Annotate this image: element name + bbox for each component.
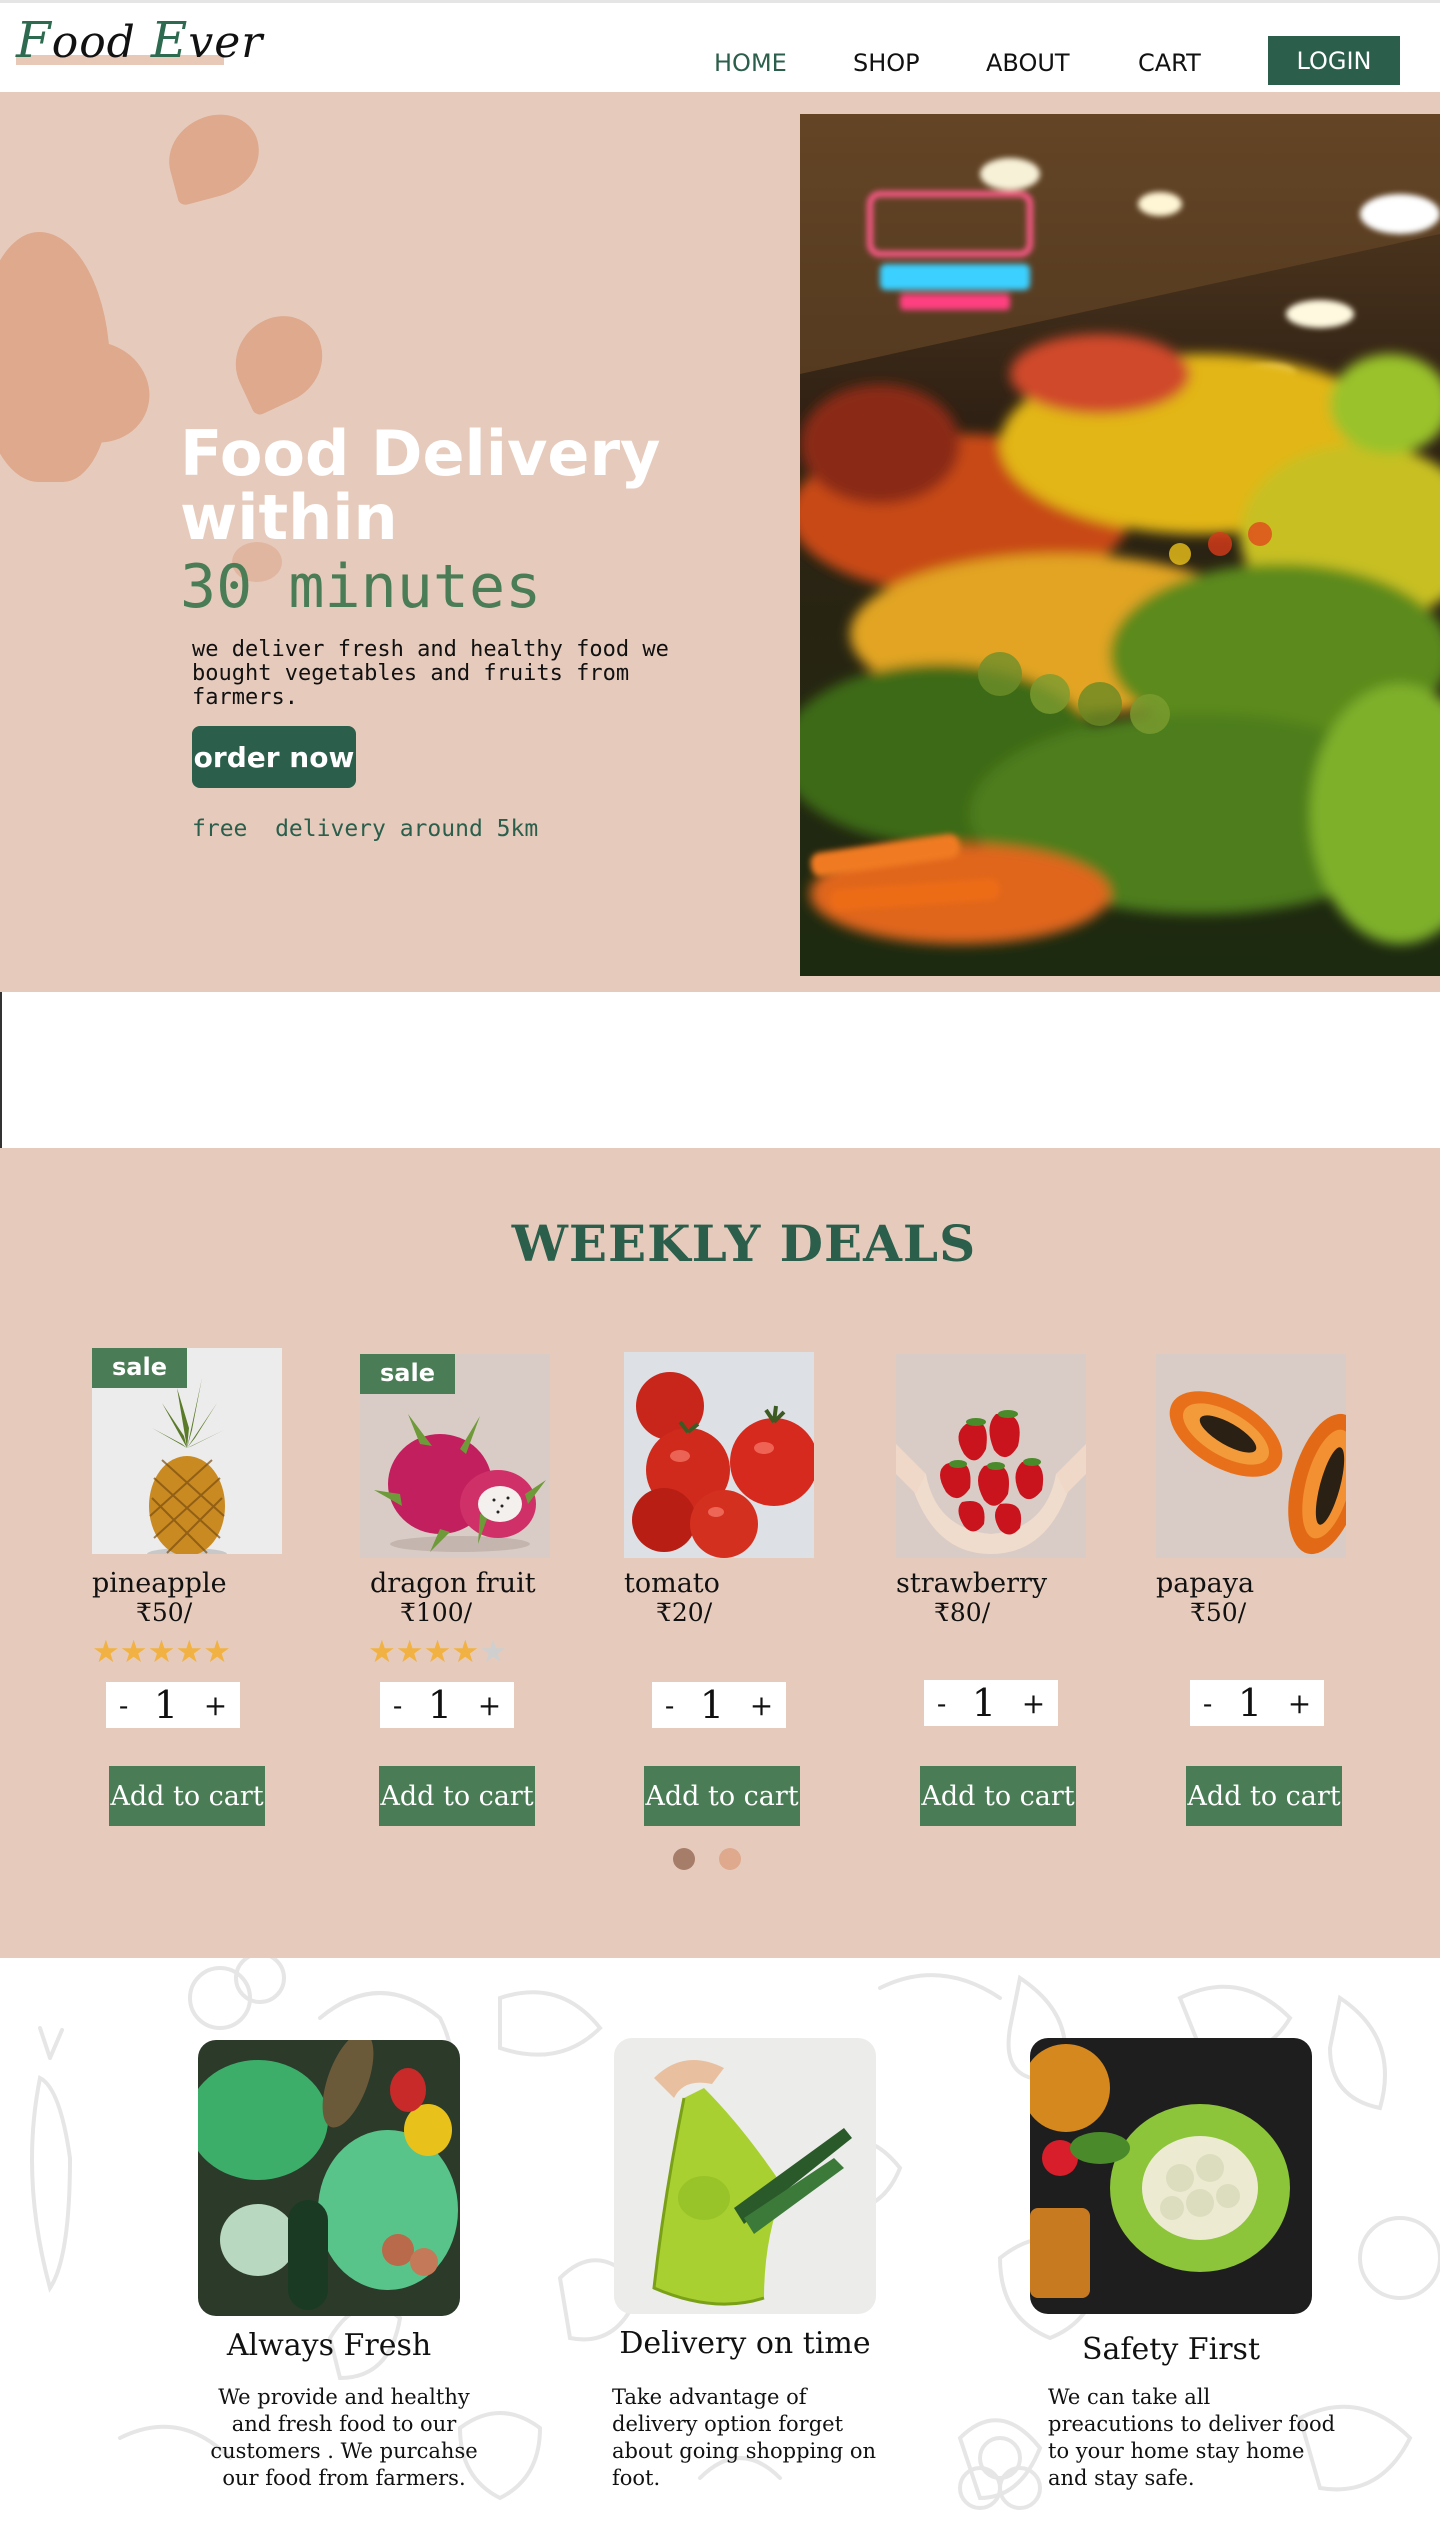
deals-title: WEEKLY DEALS	[511, 1214, 977, 1273]
quantity-value: 1	[427, 1683, 453, 1727]
product-name: pineapple	[92, 1568, 227, 1599]
product-card: sale pineapple ₹50/ ★★★★★ - 1 + Add to c…	[92, 1348, 332, 1868]
login-button[interactable]: LOGIN	[1268, 36, 1400, 85]
quantity-stepper: - 1 +	[1190, 1680, 1324, 1726]
order-now-button[interactable]: order now	[192, 726, 356, 788]
logo-text-ver: ver	[188, 17, 264, 68]
hero-description: we deliver fresh and healthy food we bou…	[192, 637, 669, 710]
increment-button[interactable]: +	[750, 1689, 773, 1722]
decor-blob	[159, 105, 269, 207]
feature-text: We provide and healthy and fresh food to…	[210, 2385, 478, 2490]
safe-vegetables-image	[1030, 2038, 1312, 2314]
star-icon: ★	[423, 1634, 452, 1670]
papaya-image[interactable]	[1156, 1354, 1346, 1558]
strawberry-image[interactable]	[896, 1354, 1086, 1558]
quantity-value: 1	[153, 1683, 179, 1727]
delivery-note: free delivery around 5km	[192, 816, 539, 842]
star-icon: ★	[175, 1634, 204, 1670]
increment-button[interactable]: +	[204, 1689, 227, 1722]
star-icon: ★	[119, 1634, 148, 1670]
star-icon: ★	[368, 1634, 396, 1670]
increment-button[interactable]: +	[1022, 1687, 1045, 1720]
product-card: papaya ₹50/ - 1 + Add to cart	[1156, 1348, 1396, 1868]
product-name: papaya	[1156, 1568, 1255, 1599]
product-name: tomato	[624, 1568, 720, 1599]
product-card: strawberry ₹80/ - 1 + Add to cart	[896, 1348, 1136, 1868]
sale-badge: sale	[92, 1348, 187, 1388]
quantity-value: 1	[971, 1681, 997, 1725]
delivery-bag-image	[614, 2038, 876, 2314]
add-to-cart-button[interactable]: Add to cart	[644, 1766, 800, 1826]
decrement-button[interactable]: -	[119, 1689, 128, 1722]
add-to-cart-button[interactable]: Add to cart	[920, 1766, 1076, 1826]
quantity-value: 1	[1237, 1681, 1263, 1725]
star-icon: ★	[92, 1634, 120, 1670]
decrement-button[interactable]: -	[1203, 1687, 1212, 1720]
weekly-deals-section: WEEKLY DEALS sale pineapple ₹50/ ★★★★★ -…	[0, 1148, 1440, 1958]
rating-stars: ★★★★★	[92, 1634, 231, 1670]
product-name: strawberry	[896, 1568, 1048, 1599]
nav-cart[interactable]: CART	[1138, 49, 1201, 77]
feature-text: Take advantage of delivery option forget…	[612, 2385, 877, 2490]
tomato-image[interactable]	[624, 1352, 814, 1558]
carousel-dot-active[interactable]	[673, 1848, 695, 1870]
product-price: ₹50/	[136, 1598, 193, 1627]
features-section: Always Fresh We provide and healthy and …	[0, 1958, 1440, 2544]
product-card: sale dragon fruit ₹100/ ★★★★★ - 1 + Add …	[360, 1348, 600, 1868]
market-photo	[800, 114, 1440, 976]
quantity-stepper: - 1 +	[924, 1680, 1058, 1726]
quantity-value: 1	[699, 1683, 725, 1727]
add-to-cart-button[interactable]: Add to cart	[379, 1766, 535, 1826]
increment-button[interactable]: +	[478, 1689, 501, 1722]
decrement-button[interactable]: -	[665, 1689, 674, 1722]
logo-text-ood: ood	[51, 17, 151, 68]
add-to-cart-button[interactable]: Add to cart	[1186, 1766, 1342, 1826]
star-icon: ★	[395, 1634, 424, 1670]
decrement-button[interactable]: -	[937, 1687, 946, 1720]
fresh-produce-image	[198, 2040, 460, 2316]
add-to-cart-button[interactable]: Add to cart	[109, 1766, 265, 1826]
rating-stars: ★★★★★	[368, 1634, 507, 1670]
feature-title: Safety First	[1081, 2332, 1261, 2367]
logo-letter-f: F	[16, 11, 52, 69]
decor-blob	[220, 302, 338, 418]
carousel-dot[interactable]	[719, 1848, 741, 1870]
star-icon: ★	[479, 1634, 507, 1670]
quantity-stepper: - 1 +	[380, 1682, 514, 1728]
feature-title: Always Fresh	[226, 2328, 432, 2363]
star-icon: ★	[147, 1634, 176, 1670]
product-name: dragon fruit	[370, 1568, 536, 1599]
increment-button[interactable]: +	[1288, 1687, 1311, 1720]
product-price: ₹80/	[934, 1598, 991, 1627]
nav-home[interactable]: HOME	[714, 49, 787, 77]
spacer	[0, 992, 1440, 1148]
decrement-button[interactable]: -	[393, 1689, 402, 1722]
hero-title: Food Delivery within	[180, 417, 661, 554]
product-price: ₹20/	[656, 1598, 713, 1627]
dragon-fruit-image[interactable]: sale	[360, 1354, 550, 1558]
quantity-stepper: - 1 +	[106, 1682, 240, 1728]
product-price: ₹50/	[1190, 1598, 1247, 1627]
navbar: Food Ever HOME SHOP ABOUT CART LOGIN	[0, 0, 1440, 92]
feature-title: Delivery on time	[619, 2326, 871, 2361]
logo-letter-e: E	[150, 11, 189, 69]
nav-shop[interactable]: SHOP	[853, 49, 920, 77]
product-price: ₹100/	[400, 1598, 473, 1627]
hero-section: Food Delivery within 30 minutes we deliv…	[0, 92, 1440, 992]
quantity-stepper: - 1 +	[652, 1682, 786, 1728]
feature-text: We can take all preacutions to deliver f…	[1048, 2385, 1336, 2490]
logo[interactable]: Food Ever	[16, 11, 263, 69]
hero-highlight: 30 minutes	[180, 552, 542, 622]
star-icon: ★	[451, 1634, 480, 1670]
nav-about[interactable]: ABOUT	[986, 49, 1070, 77]
product-card: tomato ₹20/ - 1 + Add to cart	[624, 1348, 864, 1868]
sale-badge: sale	[360, 1354, 455, 1394]
pineapple-image[interactable]: sale	[92, 1348, 282, 1554]
star-icon: ★	[203, 1634, 231, 1670]
